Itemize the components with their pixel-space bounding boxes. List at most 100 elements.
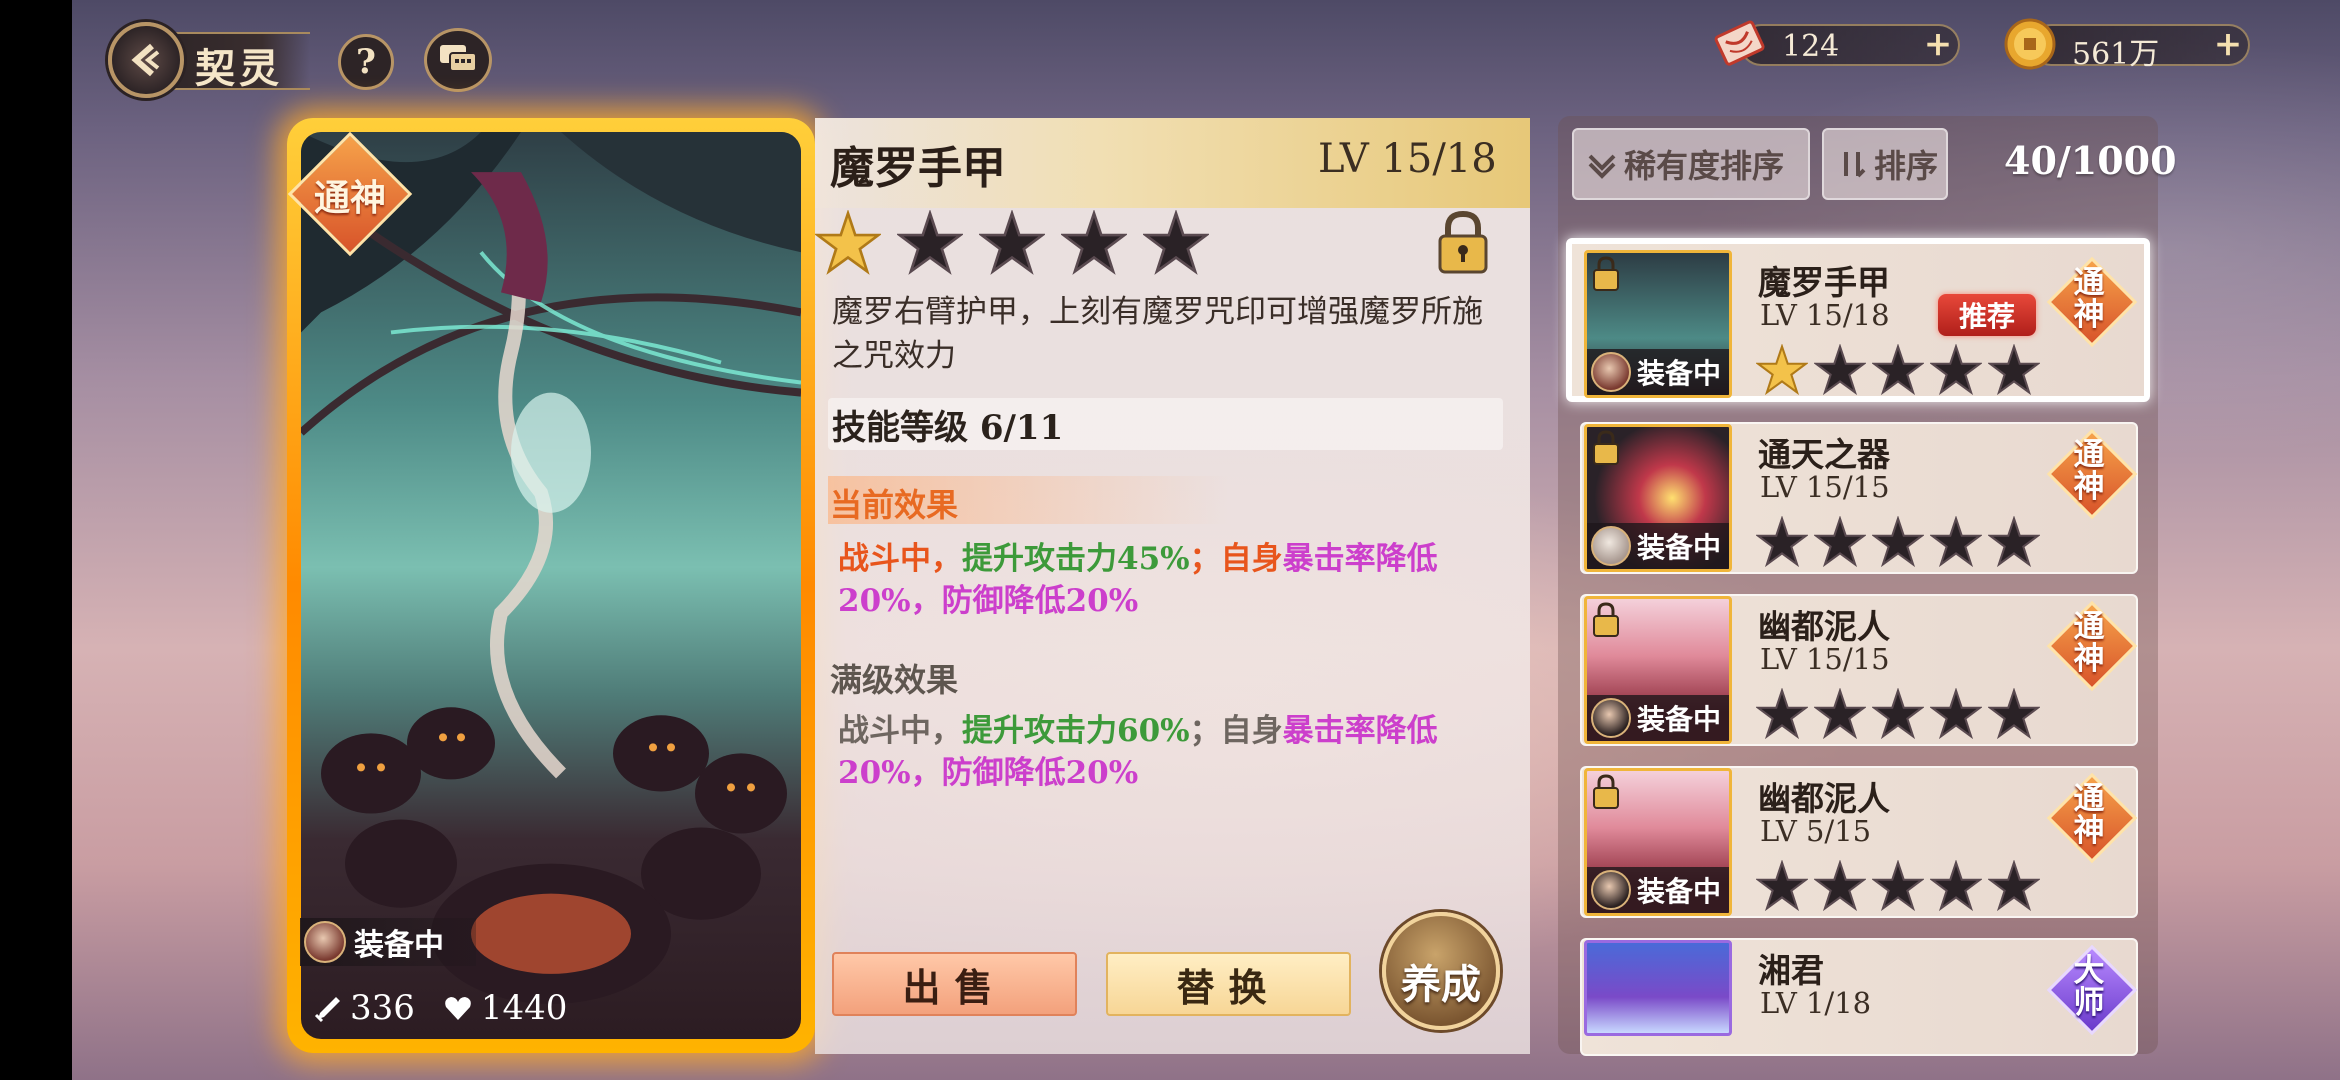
rarity-tag: 大师 xyxy=(2044,942,2134,1032)
ticket-icon xyxy=(1714,20,1765,66)
star-empty-icon xyxy=(1988,688,2040,740)
item-level: LV 15/15 xyxy=(1760,642,1890,676)
item-name: 幽都泥人 xyxy=(1758,779,1890,818)
rarity-tag: 通神 xyxy=(2044,598,2134,688)
star-empty-icon xyxy=(1756,860,1808,912)
item-name: 幽都泥人 xyxy=(1758,607,1890,646)
item-level: LV 5/15 xyxy=(1760,814,1872,848)
back-button[interactable] xyxy=(108,22,184,98)
back-arrow-icon xyxy=(131,43,160,77)
star-filled-icon xyxy=(1756,344,1808,396)
chevron-down-icon xyxy=(1588,154,1616,179)
rarity-tag-label: 通神 xyxy=(313,177,386,219)
equipped-label: 装备中 xyxy=(1637,875,1722,908)
equipped-label: 装备中 xyxy=(1637,703,1722,736)
ticket-count: 124 xyxy=(1782,29,1840,64)
star-empty-icon xyxy=(1814,688,1866,740)
item-level: LV 1/18 xyxy=(1760,986,1872,1020)
item-level: LV 15/15 xyxy=(1760,470,1890,504)
equipped-indicator: 装备中 xyxy=(1587,867,1729,913)
item-name: 湘君 xyxy=(1758,951,1824,990)
coin-count: 561万 xyxy=(2072,37,2160,72)
equipped-label: 装备中 xyxy=(354,928,444,963)
cultivate-button[interactable]: 养成 xyxy=(1382,912,1500,1030)
card-stats: 336 1440 xyxy=(312,982,612,1034)
rarity-top: 通 xyxy=(2073,265,2105,301)
coin-currency: 561万 + xyxy=(2030,24,2250,72)
rarity-top: 大 xyxy=(2073,953,2105,989)
rarity-bottom: 师 xyxy=(2073,985,2105,1021)
max-effect-text: 战斗中，提升攻击力60%；自身暴击率降低20%，防御降低20% xyxy=(838,710,1508,794)
avatar xyxy=(1591,870,1631,910)
heart-icon xyxy=(445,997,471,1020)
star-empty-icon xyxy=(1756,688,1808,740)
rarity-bottom: 神 xyxy=(2073,297,2105,333)
equipped-indicator: 装备中 xyxy=(1587,349,1729,395)
effect-self: ；自身 xyxy=(1189,713,1283,749)
lock-icon xyxy=(1593,774,1619,809)
star-empty-icon xyxy=(1872,688,1924,740)
help-button[interactable]: ? xyxy=(338,34,394,90)
star-empty-icon xyxy=(1988,516,2040,568)
sort-by-rarity-button[interactable]: 稀有度排序 xyxy=(1572,128,1810,200)
chat-icon xyxy=(440,45,477,72)
current-effect-header: 当前效果 xyxy=(828,476,1228,524)
sort-rarity-label: 稀有度排序 xyxy=(1624,147,1785,185)
effect-buff: 提升攻击力45% xyxy=(962,541,1190,577)
star-empty-icon xyxy=(1930,860,1982,912)
item-thumbnail xyxy=(1584,940,1732,1036)
card-art-frame xyxy=(301,132,801,1039)
equipped-indicator: 装备中 xyxy=(1587,695,1729,741)
star-filled-icon xyxy=(815,210,881,275)
item-thumbnail: 装备中 xyxy=(1584,424,1732,572)
effect-buff: 提升攻击力60% xyxy=(962,713,1190,749)
chat-button[interactable] xyxy=(424,28,492,92)
star-rating xyxy=(815,210,1209,276)
avatar xyxy=(1591,698,1631,738)
lock-icon[interactable] xyxy=(1436,210,1490,276)
rarity-tag: 通神 xyxy=(302,150,398,246)
sword-icon xyxy=(314,997,340,1023)
star-empty-icon xyxy=(1872,860,1924,912)
item-level: LV 15/18 xyxy=(1318,136,1497,182)
star-empty-icon xyxy=(1930,344,1982,396)
star-empty-icon xyxy=(1988,860,2040,912)
item-thumbnail: 装备中 xyxy=(1584,250,1732,398)
page-title: 契灵 xyxy=(195,45,283,92)
sort-order-button[interactable]: 排序 xyxy=(1822,128,1948,200)
ticket-currency: 124 + xyxy=(1740,24,1960,66)
avatar xyxy=(1591,526,1631,566)
star-empty-icon xyxy=(1143,210,1209,275)
equipped-label: 装备中 xyxy=(1637,357,1722,390)
star-empty-icon xyxy=(1988,344,2040,396)
star-empty-icon xyxy=(1930,516,1982,568)
replace-button[interactable]: 替换 xyxy=(1106,952,1351,1016)
hp-value: 1440 xyxy=(480,988,568,1028)
item-level: LV 15/18 xyxy=(1760,298,1890,332)
add-ticket-button[interactable]: + xyxy=(1922,27,1954,61)
rarity-top: 通 xyxy=(2073,437,2105,473)
attack-value: 336 xyxy=(350,988,415,1028)
skill-level: 技能等级 6/11 xyxy=(832,408,1064,448)
star-rating xyxy=(1756,860,2040,912)
spirit-card[interactable] xyxy=(287,118,815,1053)
item-thumbnail: 装备中 xyxy=(1584,596,1732,744)
add-coin-button[interactable]: + xyxy=(2212,27,2244,61)
star-empty-icon xyxy=(1872,516,1924,568)
rarity-top: 通 xyxy=(2073,609,2105,645)
item-thumbnail: 装备中 xyxy=(1584,768,1732,916)
sell-button[interactable]: 出售 xyxy=(832,952,1077,1016)
rarity-bottom: 神 xyxy=(2073,813,2105,849)
star-empty-icon xyxy=(1061,210,1127,275)
star-empty-icon xyxy=(979,210,1045,275)
star-empty-icon xyxy=(1814,860,1866,912)
sort-order-icon xyxy=(1844,152,1866,178)
star-empty-icon xyxy=(1872,344,1924,396)
star-empty-icon xyxy=(1814,516,1866,568)
card-artwork xyxy=(301,132,801,1004)
current-effect-title: 当前效果 xyxy=(830,486,959,524)
star-rating xyxy=(1756,688,2040,740)
max-effect-title: 满级效果 xyxy=(830,661,959,699)
inventory-count: 40/1000 xyxy=(2004,138,2177,183)
avatar xyxy=(1591,352,1631,392)
